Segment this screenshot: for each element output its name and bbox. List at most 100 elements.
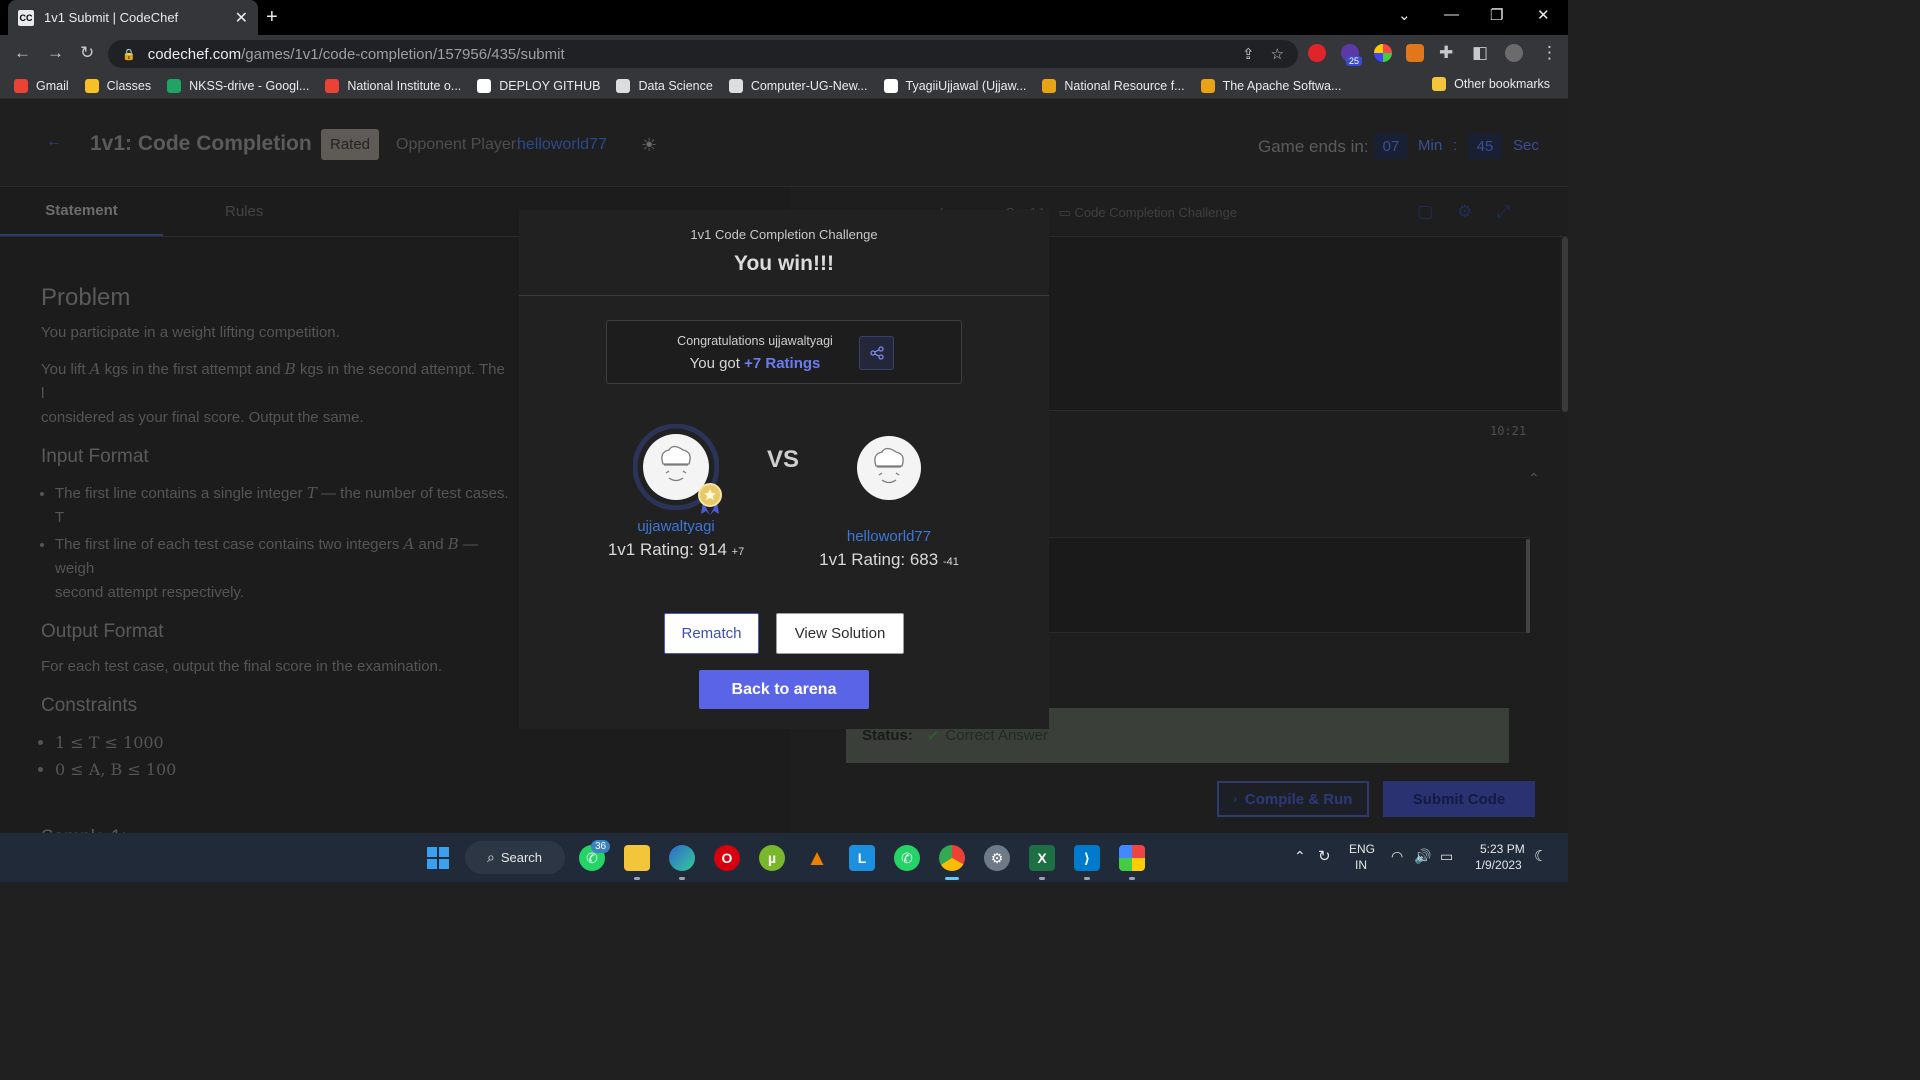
minimize-icon[interactable]: — — [1444, 6, 1459, 23]
avatar[interactable] — [857, 436, 921, 500]
opponent-name-link[interactable]: helloworld77 — [517, 136, 607, 154]
sync-icon[interactable]: ↻ — [1318, 847, 1331, 865]
player2-name-link[interactable]: helloworld77 — [789, 528, 989, 545]
problem-heading: Problem — [41, 284, 131, 311]
bookmark-item[interactable]: Classes — [77, 78, 159, 93]
active-indicator — [945, 877, 959, 880]
close-tab-icon[interactable]: ✕ — [235, 8, 248, 28]
tab-rules[interactable]: Rules — [225, 203, 263, 220]
excel-icon[interactable]: X — [1029, 845, 1055, 871]
reload-icon[interactable]: ↻ — [80, 43, 94, 63]
settings-gear-icon[interactable]: ⚙ — [1457, 202, 1472, 222]
running-indicator — [679, 877, 685, 880]
language-top[interactable]: ENG — [1349, 842, 1375, 856]
extensions-puzzle-icon[interactable]: ✚ — [1439, 43, 1453, 63]
profile-avatar-icon[interactable] — [1505, 44, 1523, 62]
player1-rating: 1v1 Rating: 914 +7 — [607, 540, 745, 559]
forward-icon[interactable]: → — [47, 43, 64, 63]
metamask-icon[interactable] — [1406, 44, 1424, 62]
volume-icon[interactable]: 🔊 — [1414, 848, 1431, 865]
classroom-icon — [84, 78, 99, 93]
taskbar-search-button[interactable]: ⌕ Search — [465, 841, 565, 874]
address-bar-row: ← → ↻ 🔒 codechef.com/games/1v1/code-comp… — [0, 35, 1568, 73]
timer-label: Game ends in: — [1258, 137, 1369, 156]
chrome-icon[interactable] — [939, 845, 965, 871]
timer-sec-unit: Sec — [1513, 137, 1539, 154]
clock-time[interactable]: 5:23 PM — [1480, 842, 1525, 856]
whatsapp-desktop-icon[interactable]: ✆ — [894, 845, 920, 871]
side-panel-icon[interactable]: ◧ — [1472, 43, 1488, 63]
elapsed-clock: 10:21 — [1490, 424, 1527, 438]
input-format-heading: Input Format — [41, 446, 149, 468]
chat-icon[interactable]: ▢ — [1417, 202, 1433, 222]
bookmark-item[interactable]: DEPLOY GITHUB — [469, 78, 608, 93]
player-card-opponent: helloworld77 1v1 Rating: 683 -41 — [789, 436, 989, 570]
avatar[interactable] — [632, 423, 722, 515]
windows-start-icon[interactable] — [425, 845, 451, 871]
view-solution-button[interactable]: View Solution — [776, 613, 904, 654]
settings-app-icon[interactable]: ⚙ — [984, 845, 1010, 871]
share-button[interactable] — [859, 336, 894, 370]
output-scrollbar[interactable] — [1526, 539, 1530, 633]
vlc-icon[interactable]: ▲ — [804, 845, 830, 871]
rematch-button[interactable]: Rematch — [664, 613, 759, 654]
bookmark-star-icon[interactable]: ☆ — [1271, 45, 1284, 63]
player2-rating: 1v1 Rating: 683 -41 — [819, 550, 959, 569]
back-arrow-icon[interactable]: ← — [46, 133, 62, 151]
bookmark-label: TyagiiUjjawal (Ujjaw... — [905, 78, 1027, 93]
menu-kebab-icon[interactable]: ⋮ — [1541, 43, 1558, 63]
bookmark-item[interactable]: TyagiiUjjawal (Ujjaw... — [876, 78, 1035, 93]
notifications-moon-icon[interactable]: ☾ — [1534, 847, 1547, 865]
search-icon: ⌕ — [487, 849, 495, 865]
problem-text-1: You participate in a weight lifting comp… — [41, 324, 340, 342]
file-explorer-icon[interactable] — [624, 845, 650, 871]
tab-search-chevron-icon[interactable]: ⌄ — [1398, 6, 1411, 24]
clock-date[interactable]: 1/9/2023 — [1475, 858, 1522, 872]
language-bottom[interactable]: IN — [1355, 858, 1367, 872]
winner-medal-icon — [698, 483, 722, 515]
player1-name-link[interactable]: ujjawaltyagi — [576, 518, 776, 535]
utorrent-icon[interactable]: µ — [759, 845, 785, 871]
bookmark-item[interactable]: Computer-UG-New... — [721, 78, 876, 93]
collapse-chevron-up-icon[interactable]: ⌃ — [1528, 470, 1540, 487]
output-format-heading: Output Format — [41, 620, 164, 642]
browser-tab[interactable]: CC 1v1 Submit | CodeChef ✕ — [8, 0, 258, 35]
other-bookmarks[interactable]: Other bookmarks — [1424, 77, 1558, 91]
new-tab-icon[interactable]: + — [266, 6, 278, 29]
back-icon[interactable]: ← — [14, 43, 31, 63]
git-app-icon[interactable] — [1119, 845, 1145, 871]
share-icon — [869, 346, 884, 360]
url-input[interactable]: 🔒 codechef.com/games/1v1/code-completion… — [108, 40, 1298, 68]
page-scrollbar[interactable] — [1562, 237, 1568, 412]
edge-browser-icon[interactable] — [669, 845, 695, 871]
bookmark-item[interactable]: National Resource f... — [1034, 78, 1192, 93]
window-close-icon[interactable]: ✕ — [1537, 6, 1550, 24]
submit-code-button[interactable]: Submit Code — [1383, 781, 1535, 817]
share-page-icon[interactable]: ⇪ — [1242, 45, 1255, 63]
fullscreen-icon[interactable]: ⤢ — [1496, 202, 1510, 222]
wifi-icon[interactable]: ◠ — [1391, 848, 1403, 865]
bookmark-item[interactable]: Gmail — [6, 78, 77, 93]
battery-icon[interactable]: ▭ — [1440, 848, 1453, 865]
theme-toggle-sun-icon[interactable]: ☀ — [641, 135, 657, 156]
compile-run-button[interactable]: › Compile & Run — [1217, 781, 1369, 817]
opera-icon[interactable]: O — [714, 845, 740, 871]
restore-icon[interactable]: ❐ — [1490, 6, 1503, 24]
url-domain: codechef.com — [147, 45, 242, 63]
congrats-card: Congratulations ujjawaltyagi You got +7 … — [606, 320, 962, 384]
extension-red-icon[interactable] — [1308, 44, 1326, 62]
bookmark-item[interactable]: National Institute o... — [317, 78, 469, 93]
l-app-icon[interactable]: L — [849, 845, 875, 871]
problem-text-2: You lift A kgs in the first attempt and … — [41, 360, 505, 427]
bookmark-item[interactable]: NKSS-drive - Googl... — [159, 78, 317, 93]
vscode-icon[interactable]: ⟩ — [1074, 845, 1100, 871]
gmail-icon — [14, 78, 28, 93]
bookmark-item[interactable]: Data Science — [608, 78, 720, 93]
tray-chevron-up-icon[interactable]: ⌃ — [1294, 848, 1306, 865]
bookmark-item[interactable]: The Apache Softwa... — [1193, 78, 1350, 93]
code-icon — [1200, 78, 1215, 93]
tab-statement[interactable]: Statement — [0, 187, 163, 236]
back-to-arena-button[interactable]: Back to arena — [699, 670, 869, 709]
extension-colorful-icon[interactable] — [1374, 44, 1392, 62]
gmail-icon — [325, 78, 340, 93]
